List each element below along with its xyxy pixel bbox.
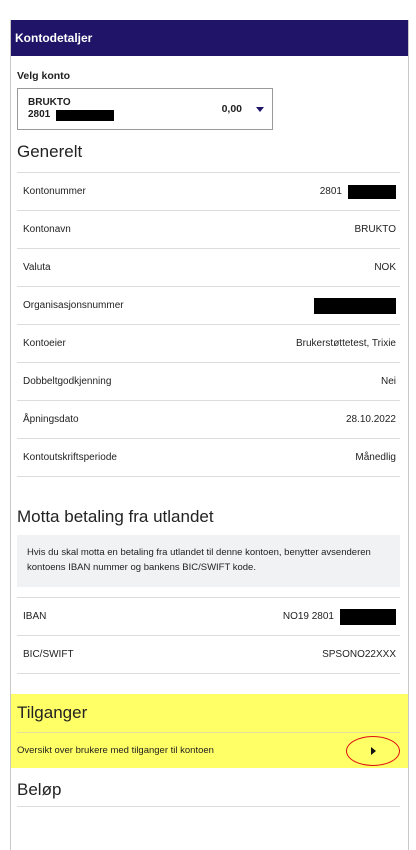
detail-row-organisasjonsnummer: Organisasjonsnummer bbox=[17, 287, 400, 325]
page-title: Kontodetaljer bbox=[15, 31, 93, 45]
general-list: Kontonummer 2801 Kontonavn BRUKTO Valuta… bbox=[17, 173, 400, 477]
detail-row-iban: IBAN NO19 2801 bbox=[17, 598, 400, 636]
detail-row-bic-swift: BIC/SWIFT SPSONO22XXX bbox=[17, 636, 400, 674]
redaction-bar bbox=[314, 297, 396, 314]
redaction-bar bbox=[340, 608, 396, 625]
section-title-general: Generelt bbox=[17, 142, 400, 173]
annotation-circle bbox=[346, 735, 400, 766]
account-name: BRUKTO bbox=[28, 97, 71, 108]
detail-row-apningsdato: Åpningsdato 28.10.2022 bbox=[17, 401, 400, 439]
detail-row-kontonummer: Kontonummer 2801 bbox=[17, 173, 400, 211]
access-overview-label: Oversikt over brukere med tilganger til … bbox=[17, 745, 214, 756]
foreign-payment-list: IBAN NO19 2801 BIC/SWIFT SPSONO22XXX bbox=[17, 597, 400, 674]
section-title-amount: Beløp bbox=[17, 780, 400, 807]
chevron-down-icon bbox=[256, 106, 264, 112]
info-box: Hvis du skal motta en betaling fra utlan… bbox=[17, 535, 400, 587]
account-select-label: Velg konto bbox=[17, 70, 71, 82]
redaction-bar bbox=[56, 109, 115, 121]
detail-row-kontoutskriftsperiode: Kontoutskriftsperiode Månedlig bbox=[17, 439, 400, 477]
detail-row-dobbeltgodkjenning: Dobbeltgodkjenning Nei bbox=[17, 363, 400, 401]
section-title-foreign-payment: Motta betaling fra utlandet bbox=[17, 507, 214, 526]
account-select-dropdown[interactable]: BRUKTO 2801 0,00 bbox=[17, 88, 273, 130]
section-title-access: Tilganger bbox=[17, 703, 88, 722]
redaction-bar bbox=[348, 184, 396, 199]
access-overview-link[interactable]: Oversikt over brukere med tilganger til … bbox=[17, 732, 400, 768]
detail-row-valuta: Valuta NOK bbox=[17, 249, 400, 287]
detail-row-kontoeier: Kontoeier Brukerstøttetest, Trixie bbox=[17, 325, 400, 363]
account-number: 2801 bbox=[28, 109, 51, 120]
account-details-panel: Kontodetaljer Velg konto BRUKTO 2801 0,0… bbox=[10, 20, 409, 850]
account-balance: 0,00 bbox=[221, 103, 242, 115]
access-overview-arrow[interactable] bbox=[346, 735, 400, 766]
panel-header: Kontodetaljer bbox=[11, 20, 408, 56]
account-select-info: BRUKTO 2801 bbox=[28, 97, 115, 121]
detail-row-kontonavn: Kontonavn BRUKTO bbox=[17, 211, 400, 249]
access-section-highlight: Tilganger Oversikt over brukere med tilg… bbox=[11, 694, 408, 768]
